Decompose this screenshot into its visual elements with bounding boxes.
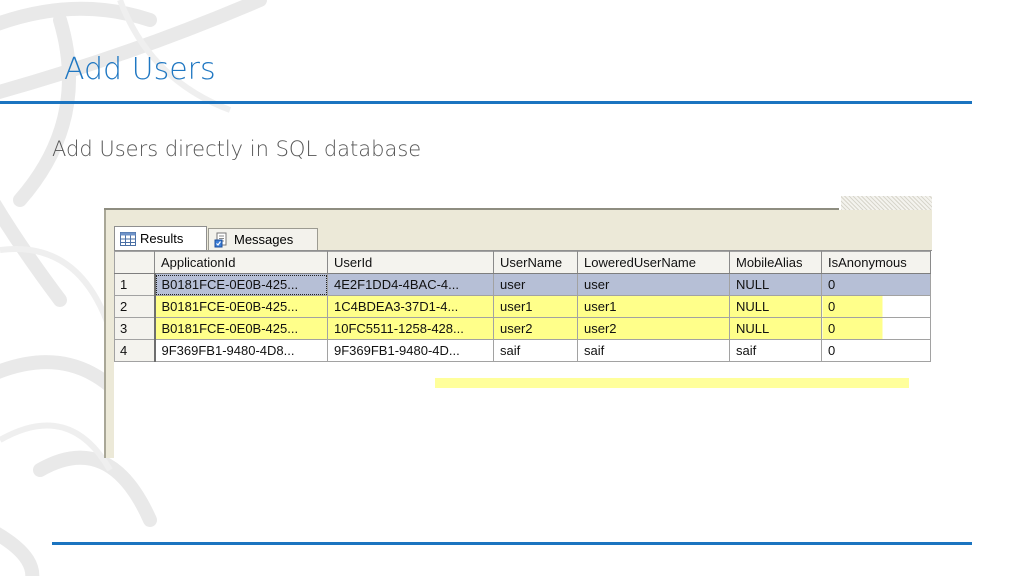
scrollbar-corner [841,196,932,210]
footer-divider [52,542,972,545]
table-cell[interactable]: B0181FCE-0E0B-425... [154,273,328,296]
row-number-header[interactable] [114,251,155,274]
slide-subtitle: Add Users directly in SQL database [52,137,422,161]
table-cell[interactable]: user [577,273,730,296]
table-cell[interactable]: 0 [821,295,931,318]
horizontal-scrollbar[interactable] [104,208,839,210]
row-number[interactable]: 2 [114,295,156,318]
column-header[interactable]: IsAnonymous [821,251,931,274]
table-cell[interactable]: 4E2F1DD4-4BAC-4... [327,273,494,296]
header-row: ApplicationId UserId UserName LoweredUse… [114,251,931,274]
results-table[interactable]: ApplicationId UserId UserName LoweredUse… [114,251,931,362]
table-cell[interactable]: B0181FCE-0E0B-425... [154,295,328,318]
highlight-marker-top [435,378,909,388]
messages-icon [214,232,227,247]
table-cell[interactable]: 9F369FB1-9480-4D... [327,339,494,362]
table-row[interactable]: 2 B0181FCE-0E0B-425... 1C4BDEA3-37D1-4..… [114,295,931,318]
row-number[interactable]: 4 [114,339,156,362]
tab-results[interactable]: Results [114,226,207,250]
table-cell[interactable]: NULL [729,317,822,340]
results-grid[interactable]: ApplicationId UserId UserName LoweredUse… [114,250,932,458]
column-header[interactable]: LoweredUserName [577,251,730,274]
table-cell[interactable]: NULL [729,273,822,296]
table-row[interactable]: 3 B0181FCE-0E0B-425... 10FC5511-1258-428… [114,317,931,340]
table-cell[interactable]: 10FC5511-1258-428... [327,317,494,340]
table-row[interactable]: 4 9F369FB1-9480-4D8... 9F369FB1-9480-4D.… [114,339,931,362]
table-cell[interactable]: user1 [577,295,730,318]
table-cell[interactable]: 1C4BDEA3-37D1-4... [327,295,494,318]
slide-title: Add Users [64,52,216,87]
column-header[interactable]: UserId [327,251,494,274]
table-cell[interactable]: user2 [493,317,578,340]
grid-icon [120,231,136,246]
table-cell[interactable]: saif [577,339,730,362]
table-cell[interactable]: saif [729,339,822,362]
table-row[interactable]: 1 B0181FCE-0E0B-425... 4E2F1DD4-4BAC-4..… [114,273,931,296]
table-cell[interactable]: 9F369FB1-9480-4D8... [154,339,328,362]
table-cell[interactable]: B0181FCE-0E0B-425... [154,317,328,340]
table-cell[interactable]: saif [493,339,578,362]
table-cell[interactable]: user2 [577,317,730,340]
table-cell[interactable]: NULL [729,295,822,318]
pane-left-edge [104,210,106,458]
tab-messages[interactable]: Messages [208,228,318,250]
column-header[interactable]: ApplicationId [154,251,328,274]
table-cell[interactable]: user1 [493,295,578,318]
table-cell[interactable]: 0 [821,339,931,362]
column-header[interactable]: UserName [493,251,578,274]
tab-results-label: Results [140,231,184,246]
table-cell[interactable]: user [493,273,578,296]
column-header[interactable]: MobileAlias [729,251,822,274]
row-number[interactable]: 1 [114,273,156,296]
title-divider [0,101,972,104]
row-number[interactable]: 3 [114,317,156,340]
tab-messages-label: Messages [234,232,294,247]
table-cell[interactable]: 0 [821,273,931,296]
table-cell[interactable]: 0 [821,317,931,340]
ssms-results-screenshot: Results Messages ApplicationId UserId Us… [104,196,932,458]
